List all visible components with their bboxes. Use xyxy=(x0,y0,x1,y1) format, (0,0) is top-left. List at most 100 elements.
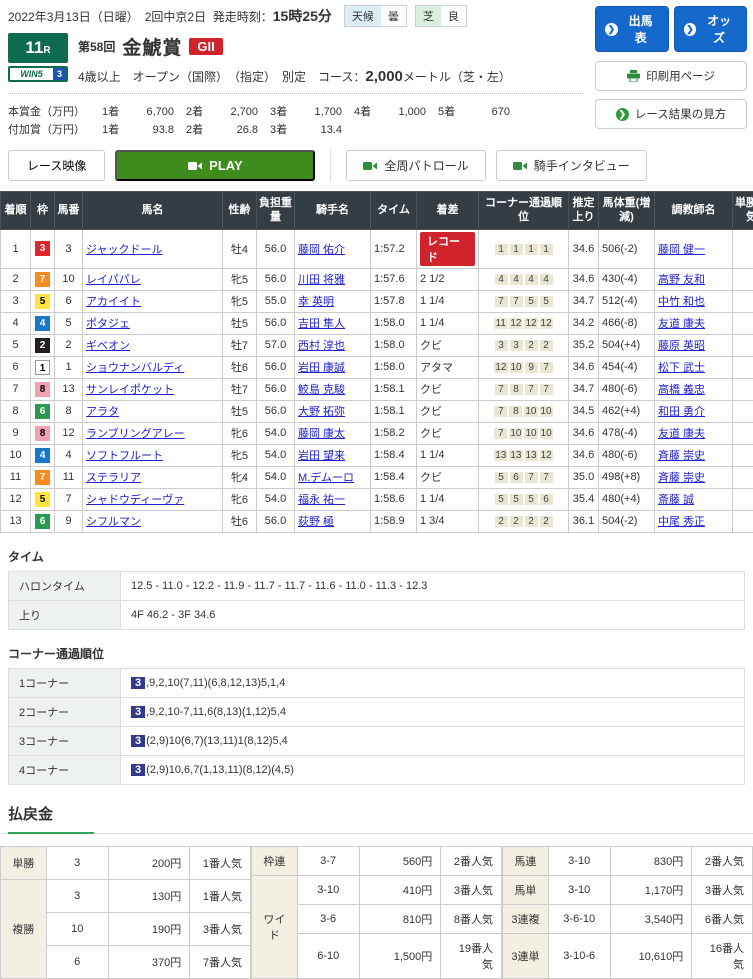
weather-label: 天候 xyxy=(345,6,381,26)
jockey-link[interactable]: M.デムーロ xyxy=(298,472,354,484)
result-row: 868アラタ牡556.0大野 拓弥1:58.1クビ78101034.5462(+… xyxy=(1,400,753,422)
sex-age: 牡5 xyxy=(223,312,257,334)
horse-name-link[interactable]: シフルマン xyxy=(86,516,141,528)
condition-badges: 天候 曇 芝 良 xyxy=(344,5,467,27)
jockey-link[interactable]: 荻野 極 xyxy=(298,516,334,528)
entries-button[interactable]: ❯ 出馬表 xyxy=(595,6,669,52)
trainer-link[interactable]: 中竹 和也 xyxy=(658,296,705,308)
trainer-link[interactable]: 松下 武士 xyxy=(658,362,705,374)
horse-weight: 504(+4) xyxy=(599,334,655,356)
jockey-link[interactable]: 藤岡 康太 xyxy=(298,428,345,440)
print-page-button[interactable]: 印刷用ページ xyxy=(595,61,747,91)
result-row: 11711ステラリア牝454.0M.デムーロ1:58.4クビ567735.049… xyxy=(1,466,753,488)
trainer-link[interactable]: 高野 友和 xyxy=(658,274,705,286)
sex-age: 牡5 xyxy=(223,400,257,422)
horse-name-cell: アカイイト xyxy=(83,290,223,312)
corner-row-label: 2コーナー xyxy=(9,697,121,726)
jockey-link[interactable]: 川田 将雅 xyxy=(298,274,345,286)
trainer-link[interactable]: 藤原 英昭 xyxy=(658,340,705,352)
arrow-circle-icon: ❯ xyxy=(605,23,618,36)
horse-name-link[interactable]: ギベオン xyxy=(86,340,130,352)
trainer-link[interactable]: 斉藤 崇史 xyxy=(658,472,705,484)
horse-name-link[interactable]: ジャックドール xyxy=(86,244,162,256)
horse-weight: 430(-4) xyxy=(599,268,655,290)
win-popularity: 3 xyxy=(733,378,753,400)
result-guide-button[interactable]: ❯ レース結果の見方 xyxy=(595,99,747,129)
race-video-button[interactable]: レース映像 xyxy=(8,150,105,181)
payout-popularity: 6番人気 xyxy=(692,904,753,933)
last-3f-time: 35.4 xyxy=(569,488,599,510)
jockey-cell: 藤岡 康太 xyxy=(295,422,371,444)
horse-name-link[interactable]: ポタジェ xyxy=(86,318,130,330)
divider xyxy=(330,150,331,181)
finish-position: 10 xyxy=(1,444,31,466)
last-3f-time: 34.6 xyxy=(569,422,599,444)
play-button[interactable]: PLAY xyxy=(115,150,315,181)
payout-amount: 3,540円 xyxy=(610,904,692,933)
horse-weight: 454(-4) xyxy=(599,356,655,378)
trainer-link[interactable]: 高橋 義忠 xyxy=(658,384,705,396)
horse-weight: 462(+4) xyxy=(599,400,655,422)
jockey-link[interactable]: 福永 祐一 xyxy=(298,494,345,506)
corner-row-label: 1コーナー xyxy=(9,668,121,697)
finish-time: 1:58.1 xyxy=(371,400,417,422)
jockey-link[interactable]: 藤岡 佑介 xyxy=(298,244,345,256)
corner-row-value: 3,9,2,10(7,11)(6,8,12,13)5,1,4 xyxy=(121,668,745,697)
corner-position: 5 xyxy=(525,494,538,505)
trainer-link[interactable]: 友道 康夫 xyxy=(658,428,705,440)
race-distance: 2,000 xyxy=(365,68,403,85)
trainer-link[interactable]: 和田 勇介 xyxy=(658,406,705,418)
sex-age: 牝6 xyxy=(223,422,257,444)
corner-position: 5 xyxy=(525,296,538,307)
horse-name-link[interactable]: アラタ xyxy=(86,406,119,418)
horse-name-link[interactable]: シャドウディーヴァ xyxy=(86,494,184,506)
horse-name-link[interactable]: アカイイト xyxy=(86,296,141,308)
payout-amount: 130円 xyxy=(108,879,190,912)
margin-cell: 2 1/2 xyxy=(417,268,479,290)
jockey-link[interactable]: 岩田 望来 xyxy=(298,450,345,462)
jockey-link[interactable]: 幸 英明 xyxy=(298,296,334,308)
trainer-link[interactable]: 藤岡 健一 xyxy=(658,244,705,256)
horse-name-link[interactable]: ソフトフルート xyxy=(86,450,163,462)
jockey-link[interactable]: 大野 拓弥 xyxy=(298,406,345,418)
horse-name-link[interactable]: ランブリングアレー xyxy=(86,428,185,440)
start-time: 15時25分 xyxy=(273,8,332,24)
last-3f-time: 35.2 xyxy=(569,334,599,356)
trainer-link[interactable]: 中尾 秀正 xyxy=(658,516,705,528)
horse-name-link[interactable]: サンレイポケット xyxy=(86,384,174,396)
corner-position: 13 xyxy=(525,450,538,461)
jockey-interview-button[interactable]: 騎手インタビュー xyxy=(496,150,647,181)
prize-place-label: 5着 xyxy=(438,103,464,119)
sex-age: 牝5 xyxy=(223,268,257,290)
corner-position: 2 xyxy=(525,340,538,351)
corner-positions: 4444 xyxy=(479,268,569,290)
payout-combination: 10 xyxy=(46,912,108,945)
corner-positions: 5556 xyxy=(479,488,569,510)
odds-button[interactable]: ❯ オッズ xyxy=(674,6,748,52)
jockey-link[interactable]: 鮫島 克駿 xyxy=(298,384,345,396)
jockey-link[interactable]: 吉田 隼人 xyxy=(298,318,345,330)
payout-amount: 810円 xyxy=(359,904,441,933)
corner-row-value: 3(2,9)10,6,7(1,13,11)(8,12)(4,5) xyxy=(121,755,745,784)
jockey-link[interactable]: 岩田 康誠 xyxy=(298,362,345,374)
horse-name-link[interactable]: ショウナンバルディ xyxy=(86,362,184,374)
finish-time: 1:58.0 xyxy=(371,356,417,378)
main-prize-values: 1着6,7002着2,7003着1,7004着1,0005着670 xyxy=(90,103,510,119)
corner-position: 8 xyxy=(510,384,523,395)
horse-weight: 480(-6) xyxy=(599,378,655,400)
corner-position: 1 xyxy=(510,244,523,255)
trainer-link[interactable]: 友道 康夫 xyxy=(658,318,705,330)
horse-name-link[interactable]: ステラリア xyxy=(86,472,141,484)
trainer-link[interactable]: 斎藤 誠 xyxy=(658,494,694,506)
win-popularity: 11 xyxy=(733,356,753,378)
finish-time: 1:58.4 xyxy=(371,466,417,488)
finish-position: 7 xyxy=(1,378,31,400)
trainer-link[interactable]: 斉藤 崇史 xyxy=(658,450,705,462)
horse-name-link[interactable]: レイパパレ xyxy=(86,274,141,286)
column-header: 単勝人気 xyxy=(733,192,753,230)
carried-weight: 56.0 xyxy=(257,378,295,400)
corner-position: 13 xyxy=(494,450,507,461)
grade-badge: GII xyxy=(189,38,222,55)
jockey-link[interactable]: 西村 淳也 xyxy=(298,340,345,352)
patrol-video-button[interactable]: 全周パトロール xyxy=(346,150,485,181)
